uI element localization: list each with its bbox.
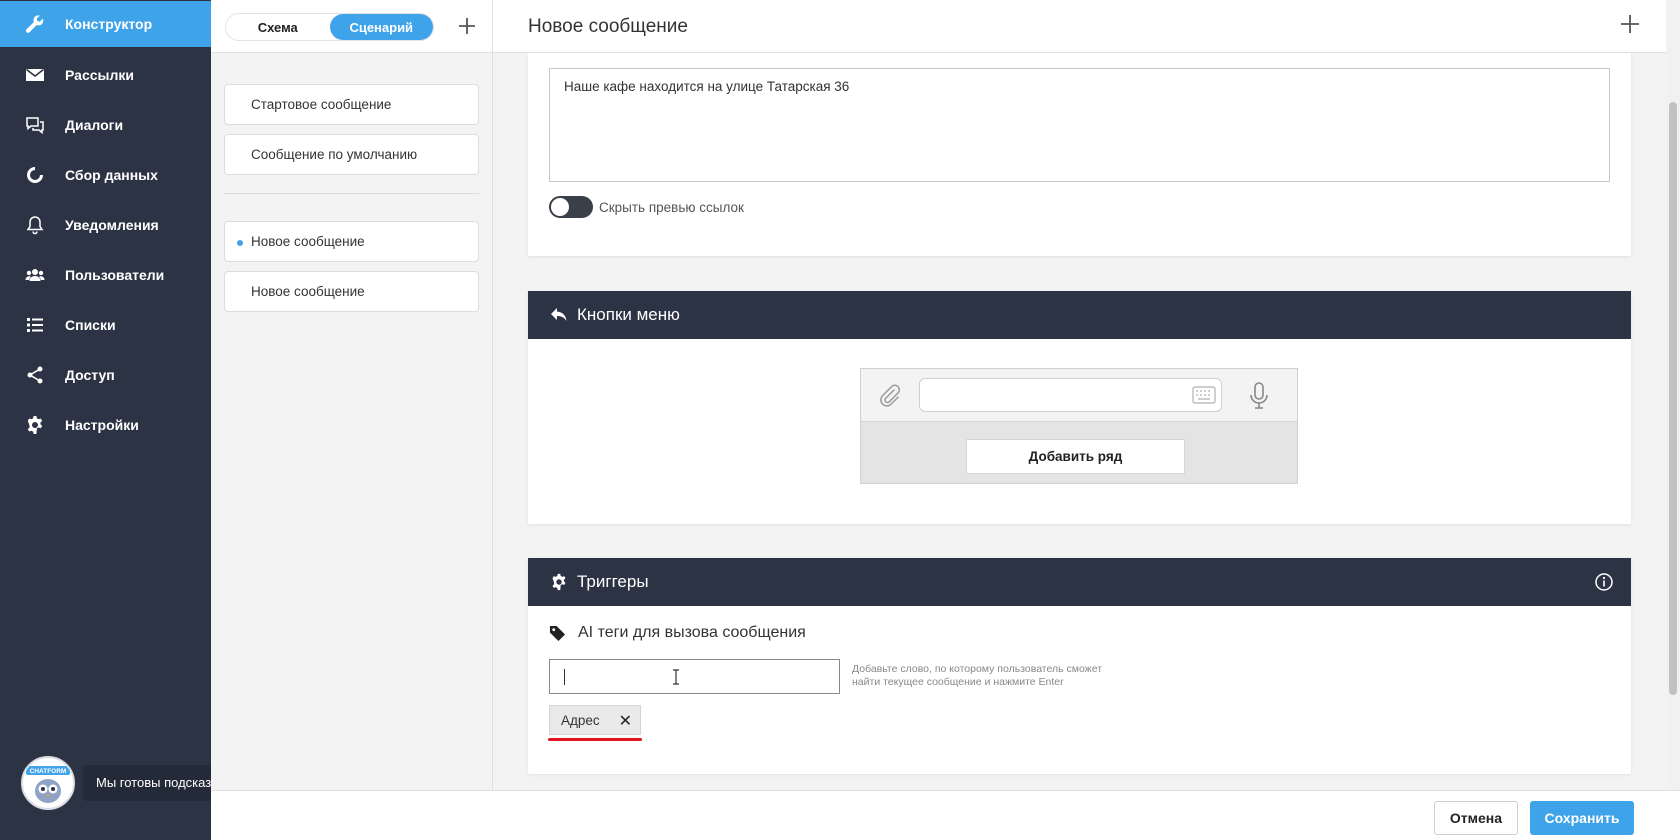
red-underline-annotation xyxy=(548,738,642,741)
triggers-header: Триггеры xyxy=(528,558,1631,606)
message-text-card: Наше кафе находится на улице Татарская 3… xyxy=(528,53,1631,256)
circular-arrow-icon xyxy=(25,165,45,185)
sidebar-item-users[interactable]: Пользователи xyxy=(0,252,211,298)
link-preview-toggle-row: Скрыть превью ссылок xyxy=(549,196,744,218)
text-caret xyxy=(564,669,565,685)
message-item-label: Новое сообщение xyxy=(251,234,365,249)
keyboard-input-bar xyxy=(861,369,1297,422)
menu-buttons-card: Кнопки меню Добавить ряд xyxy=(528,291,1631,524)
sidebar-item-label: Списки xyxy=(65,317,116,333)
sidebar-item-settings[interactable]: Настройки xyxy=(0,402,211,448)
message-item-label: Сообщение по умолчанию xyxy=(251,147,418,162)
message-item-label: Стартовое сообщение xyxy=(251,97,392,112)
gear-icon xyxy=(550,573,568,591)
sidebar-item-label: Конструктор xyxy=(65,16,153,32)
tab-schema[interactable]: Схема xyxy=(226,14,330,40)
chatform-logo[interactable]: CHATFORM xyxy=(21,756,75,810)
sidebar-item-constructor[interactable]: Конструктор xyxy=(0,1,211,47)
sidebar-item-label: Сбор данных xyxy=(65,167,158,183)
cancel-button[interactable]: Отмена xyxy=(1434,801,1518,835)
add-block-button[interactable] xyxy=(1620,12,1640,38)
sidebar-item-lists[interactable]: Списки xyxy=(0,302,211,348)
keyboard-preview: Добавить ряд xyxy=(860,368,1298,484)
save-button[interactable]: Сохранить xyxy=(1530,801,1634,835)
editor-header: Новое сообщение xyxy=(493,0,1666,53)
message-item-label: Новое сообщение xyxy=(251,284,365,299)
tag-icon xyxy=(549,625,566,641)
message-item-default[interactable]: Сообщение по умолчанию xyxy=(224,134,479,175)
logo-text: CHATFORM xyxy=(30,768,67,775)
add-message-button[interactable] xyxy=(458,14,476,38)
text-cursor-icon xyxy=(673,669,679,685)
triggers-title: Триггеры xyxy=(577,572,649,591)
menu-buttons-title: Кнопки меню xyxy=(577,305,680,324)
hide-link-preview-toggle[interactable] xyxy=(549,196,593,218)
message-item-new[interactable]: Новое сообщение xyxy=(224,271,479,312)
sidebar-item-label: Уведомления xyxy=(65,217,159,233)
selected-dot-icon xyxy=(237,240,243,246)
plus-icon xyxy=(459,18,475,34)
sidebar-item-dialogs[interactable]: Диалоги xyxy=(0,102,211,148)
sidebar-item-data-collection[interactable]: Сбор данных xyxy=(0,152,211,198)
page-title: Новое сообщение xyxy=(528,16,688,37)
tag-chip: Адрес ✕ xyxy=(549,705,641,735)
scenario-panel: Схема Сценарий Стартовое сообщение Сообщ… xyxy=(211,0,493,790)
sidebar-item-mailings[interactable]: Рассылки xyxy=(0,52,211,98)
info-icon[interactable] xyxy=(1594,572,1614,592)
sidebar-item-label: Пользователи xyxy=(65,267,165,283)
plus-icon xyxy=(1621,15,1639,33)
hide-link-preview-label: Скрыть превью ссылок xyxy=(599,199,744,215)
chat-bubbles-icon xyxy=(25,115,45,135)
reply-arrow-icon xyxy=(550,306,568,324)
keyboard-text-input[interactable] xyxy=(919,378,1222,412)
wrench-icon xyxy=(25,14,45,34)
divider xyxy=(224,193,479,194)
tag-input-hint: Добавьте слово, по которому пользователь… xyxy=(852,663,1103,688)
footer-bar: Отмена Сохранить xyxy=(211,790,1680,840)
paperclip-icon xyxy=(880,384,901,407)
sidebar-item-label: Настройки xyxy=(65,417,139,433)
menu-buttons-header: Кнопки меню xyxy=(528,291,1631,339)
list-icon xyxy=(25,315,45,335)
tab-scenario[interactable]: Сценарий xyxy=(329,14,433,40)
ai-tags-heading: AI теги для вызова сообщения xyxy=(549,624,806,642)
toggle-knob xyxy=(551,198,569,216)
sidebar-item-label: Диалоги xyxy=(65,117,124,133)
remove-tag-icon[interactable]: ✕ xyxy=(619,711,632,731)
keyboard-icon xyxy=(1192,386,1216,404)
main-sidebar: Конструктор Рассылки Диалоги Сбор данных… xyxy=(0,0,248,840)
view-switch: Схема Сценарий xyxy=(225,13,434,41)
users-icon xyxy=(25,265,45,285)
tag-input[interactable] xyxy=(549,659,840,694)
microphone-icon xyxy=(1250,382,1268,409)
add-row-button[interactable]: Добавить ряд xyxy=(966,439,1185,474)
tag-chip-label: Адрес xyxy=(561,712,600,728)
sidebar-item-access[interactable]: Доступ xyxy=(0,352,211,398)
triggers-card: Триггеры AI теги для вызова сообщения До… xyxy=(528,558,1631,774)
envelope-icon xyxy=(25,65,45,85)
ai-tags-title: AI теги для вызова сообщения xyxy=(578,624,806,641)
share-icon xyxy=(25,365,45,385)
sidebar-item-label: Рассылки xyxy=(65,67,134,83)
scenario-panel-header: Схема Сценарий xyxy=(211,0,492,53)
message-item-new-selected[interactable]: Новое сообщение xyxy=(224,221,479,262)
bell-icon xyxy=(25,215,45,235)
message-item-start[interactable]: Стартовое сообщение xyxy=(224,84,479,125)
gear-icon xyxy=(25,415,45,435)
message-text-field[interactable]: Наше кафе находится на улице Татарская 3… xyxy=(549,68,1610,182)
sidebar-item-notifications[interactable]: Уведомления xyxy=(0,202,211,248)
scrollbar-thumb[interactable] xyxy=(1669,102,1677,695)
scrollbar-track[interactable] xyxy=(1666,0,1680,790)
sidebar-item-label: Доступ xyxy=(65,367,115,383)
